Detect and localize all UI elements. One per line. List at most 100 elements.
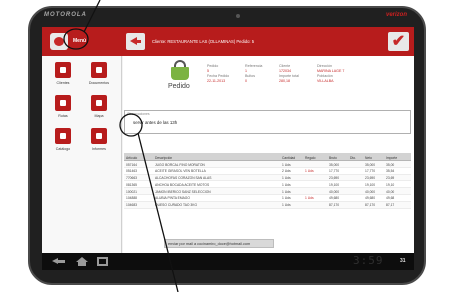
order-col-1: Pedido 5 Fecha Pedido 22-11-2013 <box>207 64 229 84</box>
column-header[interactable]: Artículo <box>126 156 137 160</box>
table-cell: 1 Uds <box>305 169 314 174</box>
table-cell: 23,69 <box>386 176 395 181</box>
table-cell: JAMON IBERICO SANZ SELECCION <box>155 189 211 194</box>
table-cell: 770663 <box>126 176 138 181</box>
side-menu: Clientes Documentos Rutas Mapa Catálogo … <box>42 56 122 253</box>
table-cell: ALUBIA PINTA EMAGO <box>155 196 190 201</box>
app-screen: Menú Cliente: RESTAURANTE LAS (OLLAMINAS… <box>42 27 414 253</box>
table-row[interactable]: 104888 ALUBIA PINTA EMAGO 1 Uds 1 Uds 49,680… <box>124 195 411 202</box>
table-cell: 40,000 <box>365 189 376 194</box>
menu-item-reports[interactable]: Informes <box>86 128 112 156</box>
items-table: Artículo Descripción Cantidad Regalo Bruto Dt… <box>124 153 411 209</box>
menu-item-label: Informes <box>92 147 106 151</box>
table-row[interactable]: 100021 JAMON IBERICO SANZ SELECCION 1 Uds 4… <box>124 188 411 195</box>
column-header[interactable]: Dto. <box>350 156 356 160</box>
table-cell: 35,000 <box>365 162 376 167</box>
table-cell: 057164 <box>126 162 138 167</box>
nav-recent-apps-icon[interactable] <box>97 257 108 266</box>
device-brand: MOTOROLA <box>44 12 87 18</box>
table-cell: 1 Uds <box>305 196 314 201</box>
client-order-title: Cliente: RESTAURANTE LAS (OLLAMINAS) Ped… <box>152 39 255 44</box>
observations-field[interactable]: Observaciones servir antes de las 13h <box>124 110 411 134</box>
table-cell: 100021 <box>126 189 138 194</box>
camera-icon <box>236 14 240 18</box>
field-value: 280,18 <box>279 79 290 83</box>
table-cell: 49,680 <box>365 196 376 201</box>
column-header[interactable]: Regalo <box>305 156 315 160</box>
stage: MOTOROLA verizon Menú Cliente: RESTAURAN… <box>0 0 450 292</box>
order-col-3: Cliente 172034 Importe total 280,18 <box>279 64 299 84</box>
table-row[interactable]: 057164 JUGO BORCAL FINO MORATON 1 Uds 35,00… <box>124 161 411 168</box>
back-arrow-button[interactable] <box>126 33 145 50</box>
field-value: VILLALBA <box>317 79 334 83</box>
clients-icon <box>55 62 71 78</box>
table-cell: 49,68 <box>386 196 395 201</box>
menu-item-routes[interactable]: Rutas <box>50 95 76 123</box>
table-cell: 40,000 <box>329 189 340 194</box>
field-label: Referencia <box>245 64 263 68</box>
order-content: Pedido Pedido 5 Fecha Pedido 22-11-2013 … <box>123 56 414 253</box>
table-cell: 35,54 <box>386 169 395 174</box>
menu-item-documents[interactable]: Documentos <box>86 62 112 90</box>
table-row[interactable]: 770663 ALCACHOFAS CORAZON SAN ALAS 1 Uds 23… <box>124 174 411 182</box>
menu-item-clients[interactable]: Clientes <box>50 62 76 90</box>
app-logo-icon[interactable] <box>50 33 68 50</box>
map-icon <box>91 95 107 111</box>
table-cell: 1 Uds <box>282 176 291 181</box>
order-header: Pedido Pedido 5 Fecha Pedido 22-11-2013 … <box>123 56 414 102</box>
table-cell: 23,690 <box>365 176 376 181</box>
menu-button[interactable]: Menú <box>73 38 86 44</box>
email-field[interactable]: enviar por mail a cocinamiro_doce@hotmai… <box>164 239 274 248</box>
menu-item-label: Documentos <box>88 81 110 85</box>
table-cell: 1 Uds <box>282 189 291 194</box>
table-cell: 35,00 <box>386 162 395 167</box>
table-cell: 104683 <box>126 203 138 208</box>
order-col-4: Dirección MARINA LAGE 7 Población VILLAL… <box>317 64 344 84</box>
email-text: enviar por mail a cocinamiro_doce@hotmai… <box>168 241 251 246</box>
nav-home-icon[interactable] <box>76 257 88 266</box>
table-cell: 40,00 <box>386 189 395 194</box>
table-cell: ANCHOA BOCADA ACEITE MOTOS <box>155 182 210 187</box>
field-value: 0 <box>245 79 247 83</box>
table-cell: 17,770 <box>365 169 376 174</box>
table-cell: 35,000 <box>329 162 340 167</box>
confirm-check-button[interactable]: ✔ <box>388 32 409 51</box>
column-header[interactable]: Cantidad <box>282 156 295 160</box>
menu-item-label: Rutas <box>58 114 68 118</box>
menu-item-catalog[interactable]: Catálogo <box>50 128 76 156</box>
table-cell: 1 Uds <box>282 162 291 167</box>
menu-item-label: Mapa <box>94 114 104 118</box>
table-cell: 1 Uds <box>282 182 291 187</box>
catalog-icon <box>55 128 71 144</box>
table-cell: 081365 <box>126 182 138 187</box>
field-value: 22-11-2013 <box>207 79 226 83</box>
observations-label: Observaciones <box>127 112 150 116</box>
column-header[interactable]: Neto <box>365 156 372 160</box>
table-cell: 19,100 <box>365 182 376 187</box>
table-cell: 19,100 <box>329 182 340 187</box>
table-row[interactable]: 104683 QUESO CURADO TAO 3KG 1 Uds 87,170 87,… <box>124 201 411 209</box>
nav-back-icon[interactable] <box>52 258 65 265</box>
table-cell: ALCACHOFAS CORAZON SAN ALAS <box>155 176 212 181</box>
table-cell: 051463 <box>126 169 138 174</box>
table-cell: 17,770 <box>329 169 340 174</box>
table-cell: 49,680 <box>329 196 340 201</box>
column-header[interactable]: Bruto <box>329 156 337 160</box>
column-header[interactable]: Importe <box>386 156 397 160</box>
top-bar: Menú Cliente: RESTAURANTE LAS (OLLAMINAS… <box>42 27 414 56</box>
menu-item-map[interactable]: Mapa <box>86 95 112 123</box>
table-cell: 104888 <box>126 196 138 201</box>
table-cell: JUGO BORCAL FINO MORATON <box>155 162 205 167</box>
system-nav-bar: 3:59 31 <box>42 253 414 270</box>
menu-item-label: Clientes <box>56 81 70 85</box>
observations-text: servir antes de las 13h <box>133 120 178 125</box>
column-header[interactable]: Descripción <box>155 156 172 160</box>
documents-icon <box>91 62 107 78</box>
table-header: Artículo Descripción Cantidad Regalo Bruto Dt… <box>124 153 411 161</box>
table-row[interactable]: 051463 ACEITE GIRASOL VEN BOTELLA 2 Uds 1 U… <box>124 168 411 175</box>
table-row[interactable]: 081365 ANCHOA BOCADA ACEITE MOTOS 1 Uds 19,… <box>124 181 411 189</box>
table-cell: 2 Uds <box>282 169 291 174</box>
routes-icon <box>55 95 71 111</box>
order-col-2: Referencia 1 Bultos 0 <box>245 64 262 84</box>
table-cell: ACEITE GIRASOL VEN BOTELLA <box>155 169 206 174</box>
